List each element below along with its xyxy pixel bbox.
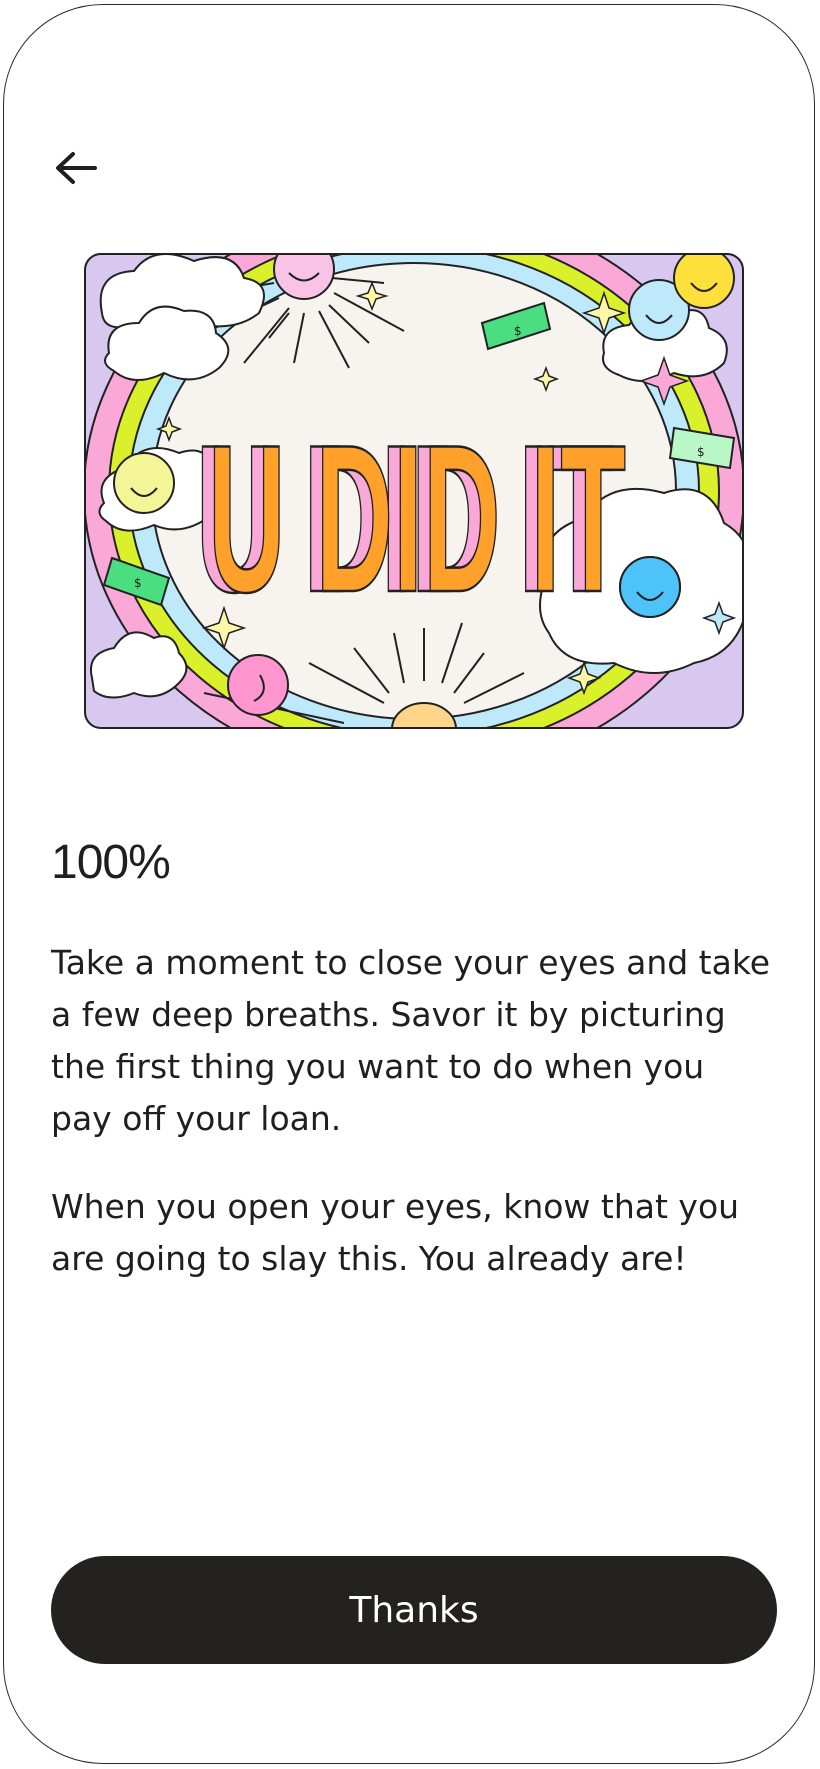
svg-text:$: $ bbox=[134, 576, 142, 590]
thanks-button[interactable]: Thanks bbox=[51, 1556, 777, 1664]
progress-percent: 100% bbox=[51, 836, 171, 889]
svg-text:$: $ bbox=[514, 324, 522, 338]
back-button[interactable] bbox=[50, 143, 100, 193]
phone-frame: $ $ $ U DID IT U DID IT 100% Take a mome… bbox=[3, 4, 815, 1764]
arrow-left-icon bbox=[56, 152, 97, 184]
body-paragraph-2: When you open your eyes, know that you a… bbox=[51, 1187, 740, 1278]
svg-text:$: $ bbox=[697, 445, 705, 459]
banner-text: U DID IT bbox=[208, 401, 626, 636]
body-paragraph-1: Take a moment to close your eyes and tak… bbox=[51, 943, 771, 1138]
celebration-illustration: $ $ $ U DID IT U DID IT bbox=[84, 253, 744, 729]
